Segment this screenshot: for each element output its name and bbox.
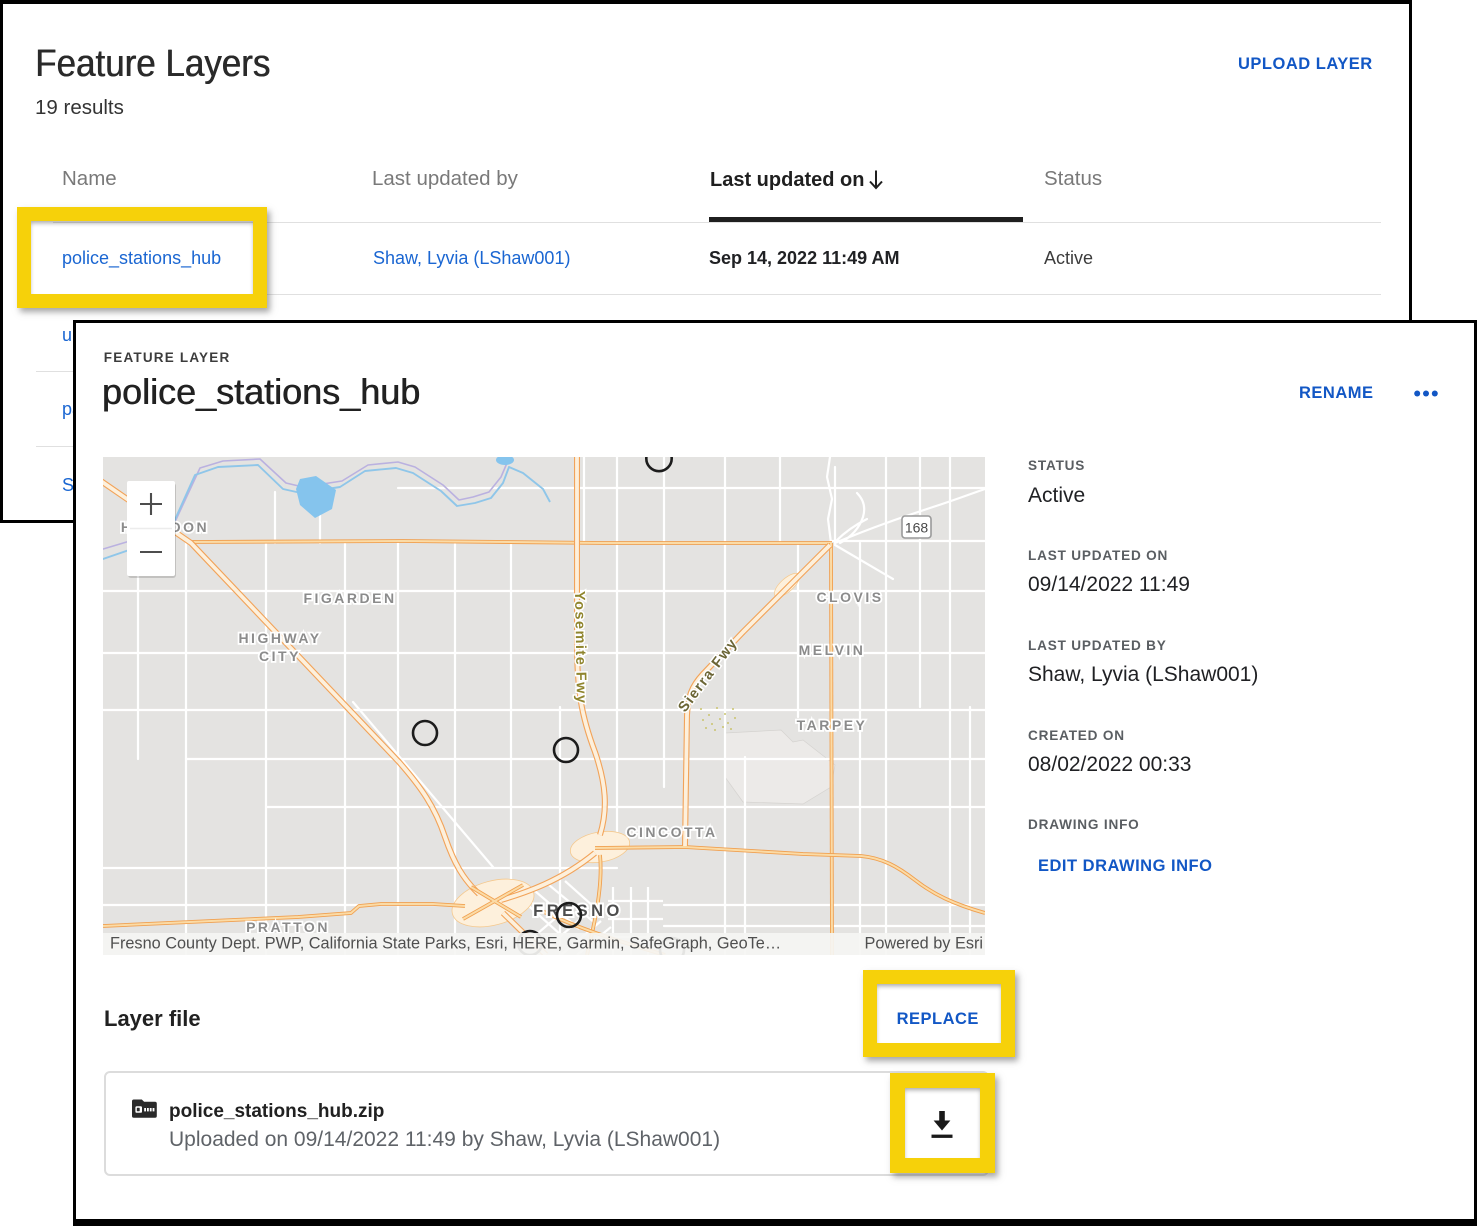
svg-text:Yosemite Fwy: Yosemite Fwy <box>571 591 589 705</box>
svg-text:TARPEY: TARPEY <box>797 717 868 733</box>
svg-text:HIGHWAY: HIGHWAY <box>238 630 321 646</box>
svg-text:CINCOTTA: CINCOTTA <box>626 824 717 840</box>
svg-text:FIGARDEN: FIGARDEN <box>303 590 396 606</box>
svg-text:MELVIN: MELVIN <box>799 642 866 658</box>
svg-text:168: 168 <box>905 520 929 536</box>
svg-text:CITY: CITY <box>259 648 301 664</box>
svg-text:Powered by Esri: Powered by Esri <box>864 935 983 953</box>
svg-text:Fresno County Dept. PWP, Calif: Fresno County Dept. PWP, California Stat… <box>110 935 781 953</box>
svg-text:CLOVIS: CLOVIS <box>816 589 883 605</box>
svg-text:FRESNO: FRESNO <box>533 902 623 920</box>
svg-text:PRATTON: PRATTON <box>246 919 330 935</box>
